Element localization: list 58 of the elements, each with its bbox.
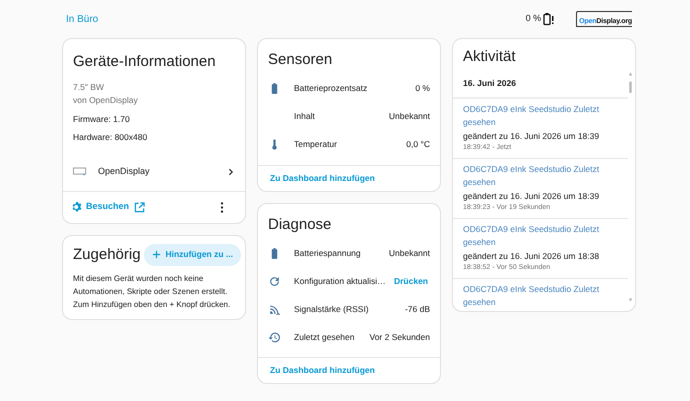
entity-link[interactable]: OD6C7DA9 eInk Seedstudio Zuletzt gesehen	[463, 103, 618, 130]
date-heading: 16. Juni 2026	[453, 76, 628, 100]
entity-row[interactable]: Batteriespannung Unbekannt	[258, 239, 440, 267]
external-link-icon	[134, 202, 146, 212]
scrollbar[interactable]	[628, 71, 633, 303]
entity-state: 0 %	[415, 82, 430, 95]
hardware-version: Hardware: 800x480	[72, 130, 148, 144]
card-title: Zugehörig	[73, 244, 142, 264]
more-options-icon[interactable]	[220, 202, 224, 212]
battery-alert-icon	[542, 12, 556, 26]
entity-row[interactable]: Batterieprozentsatz 0 %	[258, 74, 440, 102]
entity-state: Unbekannt	[388, 110, 430, 123]
entity-link[interactable]: OD6C7DA9 eInk Seedstudio Zuletzt gesehen	[463, 223, 618, 250]
area-name: In Büro	[66, 12, 98, 26]
add-to-dashboard-link[interactable]: Zu Dashboard hinzufügen	[270, 172, 375, 184]
history-icon	[268, 330, 281, 344]
entity-name: Zuletzt gesehen	[294, 330, 356, 344]
card-title: Geräte-Informationen	[72, 52, 217, 72]
entity-state: Unbekannt	[388, 246, 430, 260]
entity-name: Signalstärke (RSSI)	[294, 302, 370, 316]
chevron-right-icon	[227, 168, 235, 176]
card-title: Diagnose	[267, 214, 332, 234]
refresh-icon	[268, 274, 281, 288]
manufacturer: von OpenDisplay	[72, 94, 139, 106]
gear-icon	[71, 201, 83, 213]
entity-name: Inhalt	[294, 110, 316, 123]
battery-level: 0 %	[526, 12, 542, 26]
entity-name: Konfiguration aktualisi…	[294, 274, 387, 288]
change-text: geändert zu 16. Juni 2026 um 18:38	[463, 250, 600, 264]
change-text: geändert zu 16. Juni 2026 um 18:39	[463, 130, 600, 144]
integration-name: OpenDisplay	[98, 164, 151, 178]
device-model: 7.5" BW	[72, 80, 105, 94]
entity-state: Vor 2 Sekunden	[370, 330, 430, 344]
entity-link[interactable]: OD6C7DA9 eInk Seedstudio Zuletzt gesehen	[463, 283, 618, 310]
entity-row[interactable]: Inhalt Unbekannt	[258, 102, 440, 130]
signal-icon	[268, 302, 281, 316]
entity-row[interactable]: Signalstärke (RSSI) -76 dB	[258, 295, 440, 323]
entity-name: Temperatur	[294, 138, 338, 151]
entity-state: -76 dB	[404, 302, 430, 316]
entity-row[interactable]: Zuletzt gesehen Vor 2 Sekunden	[258, 323, 440, 351]
display-icon	[73, 167, 87, 176]
related-info-text: Mit diesem Gerät wurden noch keine Automationen, Skripte oder Szenen erstellt. Zum Hinzufügen oben den + Knopf drücken.	[72, 273, 232, 311]
entity-state: 0,0 °C	[406, 138, 430, 151]
entity-name: Batteriespannung	[294, 246, 362, 260]
entity-link[interactable]: OD6C7DA9 eInk Seedstudio Zuletzt gesehen	[463, 163, 618, 190]
entity-name: Batterieprozentsatz	[294, 82, 368, 95]
entity-row[interactable]: Temperatur 0,0 °C	[258, 130, 440, 158]
card-title: Sensoren	[267, 50, 334, 70]
add-to-button[interactable]: Hinzufügen zu ...	[144, 244, 241, 266]
press-button[interactable]: Drücken	[392, 274, 430, 288]
visit-button[interactable]: Besuchen	[71, 200, 146, 214]
integration-row[interactable]: OpenDisplay	[63, 160, 245, 182]
card-title: Aktivität	[462, 47, 517, 67]
firmware-version: Firmware: 1.70	[72, 112, 131, 126]
add-to-dashboard-link[interactable]: Zu Dashboard hinzufügen	[270, 364, 375, 377]
change-text: geändert zu 16. Juni 2026 um 18:39	[463, 190, 600, 204]
plus-icon	[152, 250, 162, 260]
entity-row[interactable]: Konfiguration aktualisi… Drücken	[258, 267, 440, 295]
